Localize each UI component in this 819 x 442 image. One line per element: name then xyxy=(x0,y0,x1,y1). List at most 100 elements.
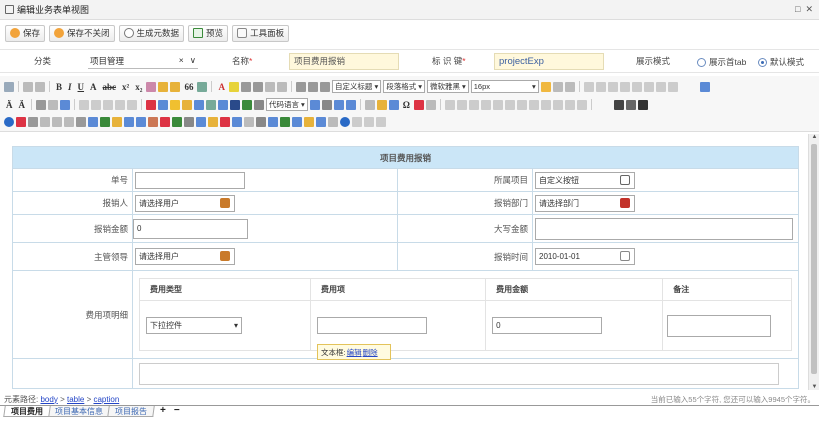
preview-doc-icon[interactable] xyxy=(625,99,636,110)
project-input[interactable]: 自定义按钮 xyxy=(535,171,635,189)
close-icon[interactable]: ✕ xyxy=(805,4,813,15)
font-size-select[interactable]: 16px ▾ xyxy=(470,80,539,93)
help-icon[interactable] xyxy=(4,116,14,127)
font-family-select[interactable]: 微软雅黑 ▾ xyxy=(426,80,469,93)
layout-icon[interactable] xyxy=(328,116,338,127)
image-wrap-icon[interactable] xyxy=(91,99,101,110)
expense-type-select[interactable]: 下拉控件 ▾ xyxy=(146,317,242,334)
radio-first-tab[interactable]: 展示首tab xyxy=(697,56,746,68)
add-tab-button[interactable]: + xyxy=(160,406,166,416)
border-icon[interactable]: A xyxy=(88,82,99,92)
image-center-icon[interactable] xyxy=(667,81,678,92)
path-caption[interactable]: caption xyxy=(93,395,119,404)
time-input[interactable]: 2010-01-01 xyxy=(535,248,635,265)
paragraph-spacing-icon[interactable] xyxy=(307,81,318,92)
line-height-icon[interactable] xyxy=(319,81,330,92)
scroll-up-icon[interactable]: ▲ xyxy=(809,134,819,140)
role-select-icon[interactable] xyxy=(172,116,182,127)
clear-icon[interactable]: × xyxy=(179,55,184,66)
radio-field-icon[interactable] xyxy=(64,116,74,127)
gmap-icon[interactable] xyxy=(242,99,252,110)
doc-no-input[interactable] xyxy=(135,171,245,189)
grid-field-icon[interactable] xyxy=(364,116,374,127)
editor-scrollbar[interactable]: ▲ ▼ xyxy=(808,134,819,390)
font-color-icon[interactable]: A xyxy=(216,82,227,92)
clear-doc-icon[interactable] xyxy=(276,81,287,92)
undo-icon[interactable] xyxy=(23,81,33,92)
code-language-select[interactable]: 代码语言 ▾ xyxy=(266,98,308,111)
row-spacing-icon[interactable] xyxy=(295,81,306,92)
indent-icon[interactable] xyxy=(564,81,575,92)
remove-tab-button[interactable]: − xyxy=(174,406,180,416)
multi-image-icon[interactable] xyxy=(158,99,168,110)
scrawl-icon[interactable] xyxy=(182,99,192,110)
custom-title-select[interactable]: 自定义标题 ▾ xyxy=(331,80,382,93)
source-icon[interactable] xyxy=(4,81,14,92)
upload-icon[interactable] xyxy=(232,116,242,127)
amount-cn-input[interactable] xyxy=(535,217,793,240)
textbox-icon[interactable] xyxy=(40,116,50,127)
maximize-icon[interactable]: □ xyxy=(795,4,800,15)
video-icon[interactable] xyxy=(194,99,204,110)
bold-icon[interactable]: B xyxy=(54,82,64,92)
tab-project-report[interactable]: 项目报告 xyxy=(107,406,155,417)
delete-table-icon[interactable] xyxy=(456,99,467,110)
highlight-icon[interactable] xyxy=(228,81,239,92)
web-sign-icon[interactable] xyxy=(268,116,278,127)
music-icon[interactable] xyxy=(206,99,216,110)
search-replace-icon[interactable] xyxy=(637,99,648,110)
format-clear-icon[interactable] xyxy=(146,81,157,92)
preview-button[interactable]: 预览 xyxy=(188,24,229,42)
ordered-list-icon[interactable] xyxy=(240,81,251,92)
image-right-wrap-icon[interactable] xyxy=(115,99,125,110)
edit-link[interactable]: 编辑 xyxy=(347,347,362,358)
amount-input[interactable]: 0 xyxy=(133,218,248,239)
dept-input[interactable]: 请选择部门 xyxy=(535,194,635,212)
brush-icon[interactable] xyxy=(158,81,169,92)
user-select-icon[interactable] xyxy=(148,116,158,127)
flow-chart-icon[interactable] xyxy=(292,116,302,127)
image-center-wrap-icon[interactable] xyxy=(127,99,137,110)
scroll-down-icon[interactable]: ▼ xyxy=(809,384,819,390)
delete-link[interactable]: 删除 xyxy=(363,347,378,358)
category-select[interactable]: 项目管理 × ∨ xyxy=(88,53,198,69)
post-select-icon[interactable] xyxy=(184,116,194,127)
user-picker-icon[interactable] xyxy=(220,197,230,208)
fullscreen-icon[interactable] xyxy=(699,81,710,92)
image-left-wrap-icon[interactable] xyxy=(103,99,113,110)
italic-icon[interactable]: I xyxy=(66,82,74,92)
template-icon[interactable] xyxy=(321,99,332,110)
autotype-icon[interactable] xyxy=(170,81,181,92)
time-icon[interactable] xyxy=(388,99,399,110)
link-icon[interactable] xyxy=(36,99,46,110)
table-icon[interactable] xyxy=(197,81,208,92)
button-field-icon[interactable] xyxy=(100,116,110,127)
attachment-icon[interactable] xyxy=(218,99,228,110)
format-ab-icon[interactable]: Ä xyxy=(4,100,15,110)
dict-icon[interactable] xyxy=(196,116,206,127)
quote-icon[interactable]: 66 xyxy=(182,82,195,92)
opinion-icon[interactable] xyxy=(280,116,290,127)
serial-number-icon[interactable] xyxy=(208,116,218,127)
image-float-icon[interactable] xyxy=(631,81,642,92)
dialog-picker-icon[interactable] xyxy=(620,174,630,185)
align-right-icon[interactable] xyxy=(607,81,618,92)
path-table[interactable]: table xyxy=(67,395,84,404)
strike-icon[interactable]: abc xyxy=(101,82,119,92)
insert-row-icon[interactable] xyxy=(468,99,479,110)
merge-cells-icon[interactable] xyxy=(516,99,527,110)
name-input[interactable]: 项目费用报销 xyxy=(289,52,399,70)
html-field-icon[interactable] xyxy=(376,116,386,127)
dept-picker-icon[interactable] xyxy=(620,197,630,208)
wordimage-icon[interactable] xyxy=(345,99,356,110)
tab-project-expense[interactable]: 项目费用 xyxy=(3,406,51,417)
manager-input[interactable]: 请选择用户 xyxy=(135,248,235,265)
unlink-icon[interactable] xyxy=(48,99,58,110)
applicant-input[interactable]: 请选择用户 xyxy=(135,194,235,212)
listbox-icon[interactable] xyxy=(112,116,122,127)
radio-default[interactable]: 默认模式 xyxy=(758,56,804,68)
insert-table-icon[interactable] xyxy=(444,99,455,110)
info-icon[interactable] xyxy=(340,116,350,127)
direction-rtl-icon[interactable] xyxy=(552,81,563,92)
editor-document[interactable]: 项目费用报销 单号 所属项目 自定义按钮 报销人 请选择用户 报销部门 请选择部… xyxy=(0,134,808,390)
